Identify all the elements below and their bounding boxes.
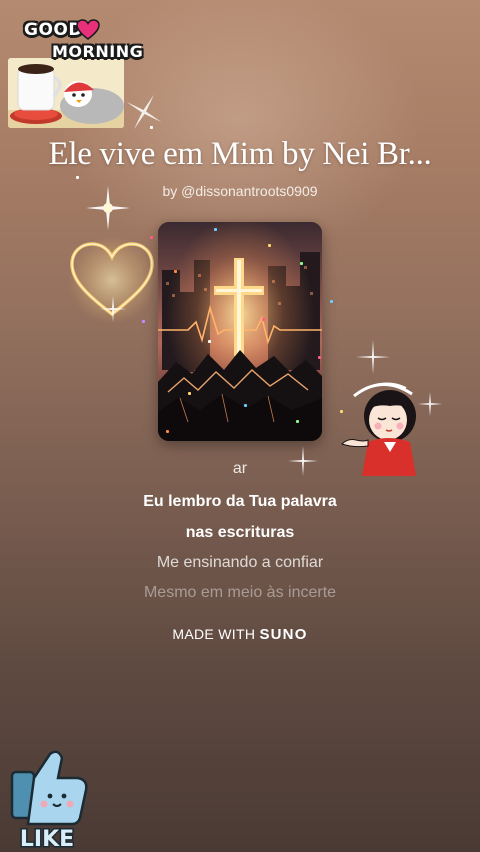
lyric-current-line-2: nas escrituras	[185, 524, 295, 541]
made-with-label: MADE WITH	[172, 626, 256, 642]
confetti	[188, 392, 191, 395]
confetti	[208, 340, 211, 343]
confetti	[340, 410, 343, 413]
pink-heart-icon	[76, 19, 100, 40]
sparkle-icon	[126, 94, 162, 130]
confetti	[142, 320, 145, 323]
confetti	[150, 126, 153, 129]
confetti	[262, 318, 265, 321]
song-title: Ele vive em Mim by Nei Br...	[48, 136, 432, 172]
confetti	[174, 270, 177, 273]
confetti	[268, 244, 271, 247]
morning-text: MORNING	[52, 42, 144, 61]
suno-brand: SUNO	[259, 626, 308, 643]
coffee-scene	[8, 58, 124, 128]
confetti	[244, 404, 247, 407]
confetti	[166, 430, 169, 433]
lyric-previous-line: ar	[232, 460, 248, 477]
like-sticker: LIKE	[10, 750, 88, 852]
lyric-current-line-1: Eu lembro da Tua palavra	[143, 493, 337, 510]
song-artist[interactable]: by @dissonantroots0909	[0, 183, 480, 199]
confetti	[214, 228, 217, 231]
sparkle-icon	[356, 340, 390, 374]
confetti	[76, 176, 79, 179]
confetti	[296, 420, 299, 423]
confetti	[330, 300, 333, 303]
made-with-suno-watermark: MADE WITH SUNO	[0, 626, 480, 643]
confetti	[150, 236, 153, 239]
lyric-next-line-2: Mesmo em meio às incerte	[143, 584, 337, 601]
album-cover[interactable]	[158, 222, 322, 441]
good-text: GOOD	[24, 20, 83, 40]
gold-heart-icon	[68, 236, 156, 324]
confetti	[318, 356, 321, 359]
confetti	[300, 262, 303, 265]
lyric-next-line: Me ensinando a confiar	[156, 554, 324, 571]
like-label: LIKE	[20, 827, 74, 852]
good-morning-sticker: GOOD MORNING	[6, 14, 143, 130]
